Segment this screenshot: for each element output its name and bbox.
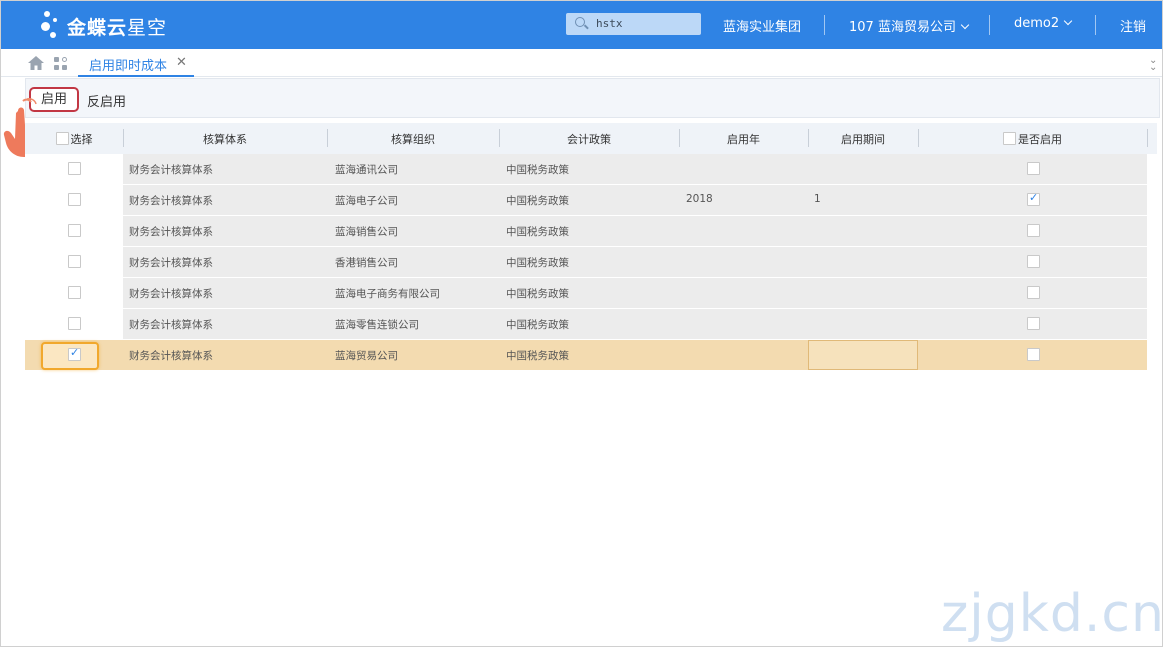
cell-system: 财务会计核算体系 [129,257,213,269]
table-row[interactable]: 财务会计核算体系 香港销售公司 中国税务政策 [25,247,1157,278]
logout-link[interactable]: 注销 [1120,16,1146,35]
column-header-policy[interactable]: 会计政策 [499,123,679,154]
row-enabled-checkbox[interactable] [1027,286,1040,299]
grid-body: 财务会计核算体系 蓝海通讯公司 中国税务政策 财务会计核算体系 蓝海电子公司 中国税务政策… [25,154,1157,371]
cell-policy: 中国税务政策 [506,288,569,300]
user-name: demo2 [1014,16,1060,31]
row-body [123,340,1147,370]
divider [1095,15,1096,35]
cell-system: 财务会计核算体系 [129,226,213,238]
table-row[interactable]: 财务会计核算体系 蓝海电子公司 中国税务政策 2018 1 [25,185,1157,216]
app-window: 金蝶云星空 hstx 蓝海实业集团 107 蓝海贸易公司 demo2 注销 启用… [0,0,1163,647]
column-header-enabled: 是否启用 [918,123,1147,154]
column-header-org[interactable]: 核算组织 [327,123,499,154]
column-label: 选择 [70,132,93,146]
cell-org: 蓝海销售公司 [335,226,398,238]
cell-system: 财务会计核算体系 [129,319,213,331]
row-select-checkbox[interactable] [68,286,81,299]
group-name[interactable]: 蓝海实业集团 [723,16,801,35]
cell-year: 2018 [686,193,713,205]
row-enabled-checkbox[interactable] [1027,255,1040,268]
row-select-checkbox[interactable] [68,346,81,361]
row-body [123,247,1147,277]
cell-policy: 中国税务政策 [506,226,569,238]
double-chevron-down-icon[interactable]: ⌄ ⌄ [1149,56,1157,73]
search-icon [575,17,585,27]
column-header-period[interactable]: 启用期间 [808,123,918,154]
row-select-checkbox[interactable] [68,162,81,175]
row-enabled-checkbox[interactable] [1027,348,1040,361]
cell-org: 香港销售公司 [335,257,398,269]
row-select-checkbox[interactable] [68,255,81,268]
company-switcher[interactable]: 107 蓝海贸易公司 [849,16,970,35]
close-icon[interactable]: ✕ [176,55,187,70]
column-divider [1147,129,1148,147]
cell-system: 财务会计核算体系 [129,350,213,362]
data-grid: 选择 核算体系 核算组织 会计政策 启用年 启用期间 是否启用 财务会计核算体系… [25,123,1157,371]
column-header-select: 选择 [25,123,123,154]
cell-system: 财务会计核算体系 [129,164,213,176]
cell-policy: 中国税务政策 [506,164,569,176]
row-enabled-checkbox[interactable] [1027,317,1040,330]
cell-policy: 中国税务政策 [506,319,569,331]
row-select-checkbox[interactable] [68,224,81,237]
cell-org: 蓝海电子商务有限公司 [335,288,440,300]
cell-policy: 中国税务政策 [506,350,569,362]
company-name: 107 蓝海贸易公司 [849,20,956,35]
disable-button[interactable]: 反启用 [87,91,126,110]
search-value: hstx [596,17,623,30]
cell-org: 蓝海通讯公司 [335,164,398,176]
row-body [123,216,1147,246]
row-select-checkbox[interactable] [68,317,81,330]
search-input[interactable]: hstx [566,13,701,35]
cell-org: 蓝海电子公司 [335,195,398,207]
row-enabled-checkbox[interactable] [1027,191,1040,206]
cell-period: 1 [814,193,821,205]
toolbar [25,78,1160,118]
column-header-year[interactable]: 启用年 [679,123,808,154]
user-menu[interactable]: demo2 [1014,16,1073,31]
apps-icon[interactable] [54,57,68,71]
divider [824,15,825,35]
table-row[interactable]: 财务会计核算体系 蓝海电子商务有限公司 中国税务政策 [25,278,1157,309]
row-body [123,309,1147,339]
brand-name: 金蝶云星空 [67,16,168,39]
cell-system: 财务会计核算体系 [129,288,213,300]
column-label: 是否启用 [1018,132,1062,146]
cell-system: 财务会计核算体系 [129,195,213,207]
table-row[interactable]: 财务会计核算体系 蓝海贸易公司 中国税务政策 [25,340,1157,371]
chevron-down-icon [960,20,970,30]
table-row[interactable]: 财务会计核算体系 蓝海通讯公司 中国税务政策 [25,154,1157,185]
enabled-all-checkbox[interactable] [1003,132,1016,145]
table-row[interactable]: 财务会计核算体系 蓝海销售公司 中国税务政策 [25,216,1157,247]
top-bar: 金蝶云星空 hstx 蓝海实业集团 107 蓝海贸易公司 demo2 注销 [1,1,1162,49]
cell-policy: 中国税务政策 [506,195,569,207]
logo[interactable]: 金蝶云星空 [41,9,167,43]
tab-enable-instant-cost[interactable]: 启用即时成本 ✕ [78,49,194,77]
tab-label: 启用即时成本 [89,59,168,74]
select-all-checkbox[interactable] [55,132,69,145]
divider [989,15,990,35]
grid-header: 选择 核算体系 核算组织 会计政策 启用年 启用期间 是否启用 [25,123,1157,154]
table-row[interactable]: 财务会计核算体系 蓝海零售连锁公司 中国税务政策 [25,309,1157,340]
chevron-down-icon [1063,16,1073,26]
row-body [123,185,1147,215]
row-enabled-checkbox[interactable] [1027,162,1040,175]
period-edit-cell[interactable] [808,340,918,370]
row-select-checkbox[interactable] [68,193,81,206]
row-body [123,278,1147,308]
watermark: zjgkd.cn [941,584,1163,644]
cell-org: 蓝海零售连锁公司 [335,319,419,331]
logo-mark-icon [41,9,67,43]
cell-org: 蓝海贸易公司 [335,350,398,362]
cell-policy: 中国税务政策 [506,257,569,269]
home-icon[interactable] [28,56,44,70]
row-body [123,154,1147,184]
column-header-system[interactable]: 核算体系 [123,123,327,154]
row-enabled-checkbox[interactable] [1027,224,1040,237]
